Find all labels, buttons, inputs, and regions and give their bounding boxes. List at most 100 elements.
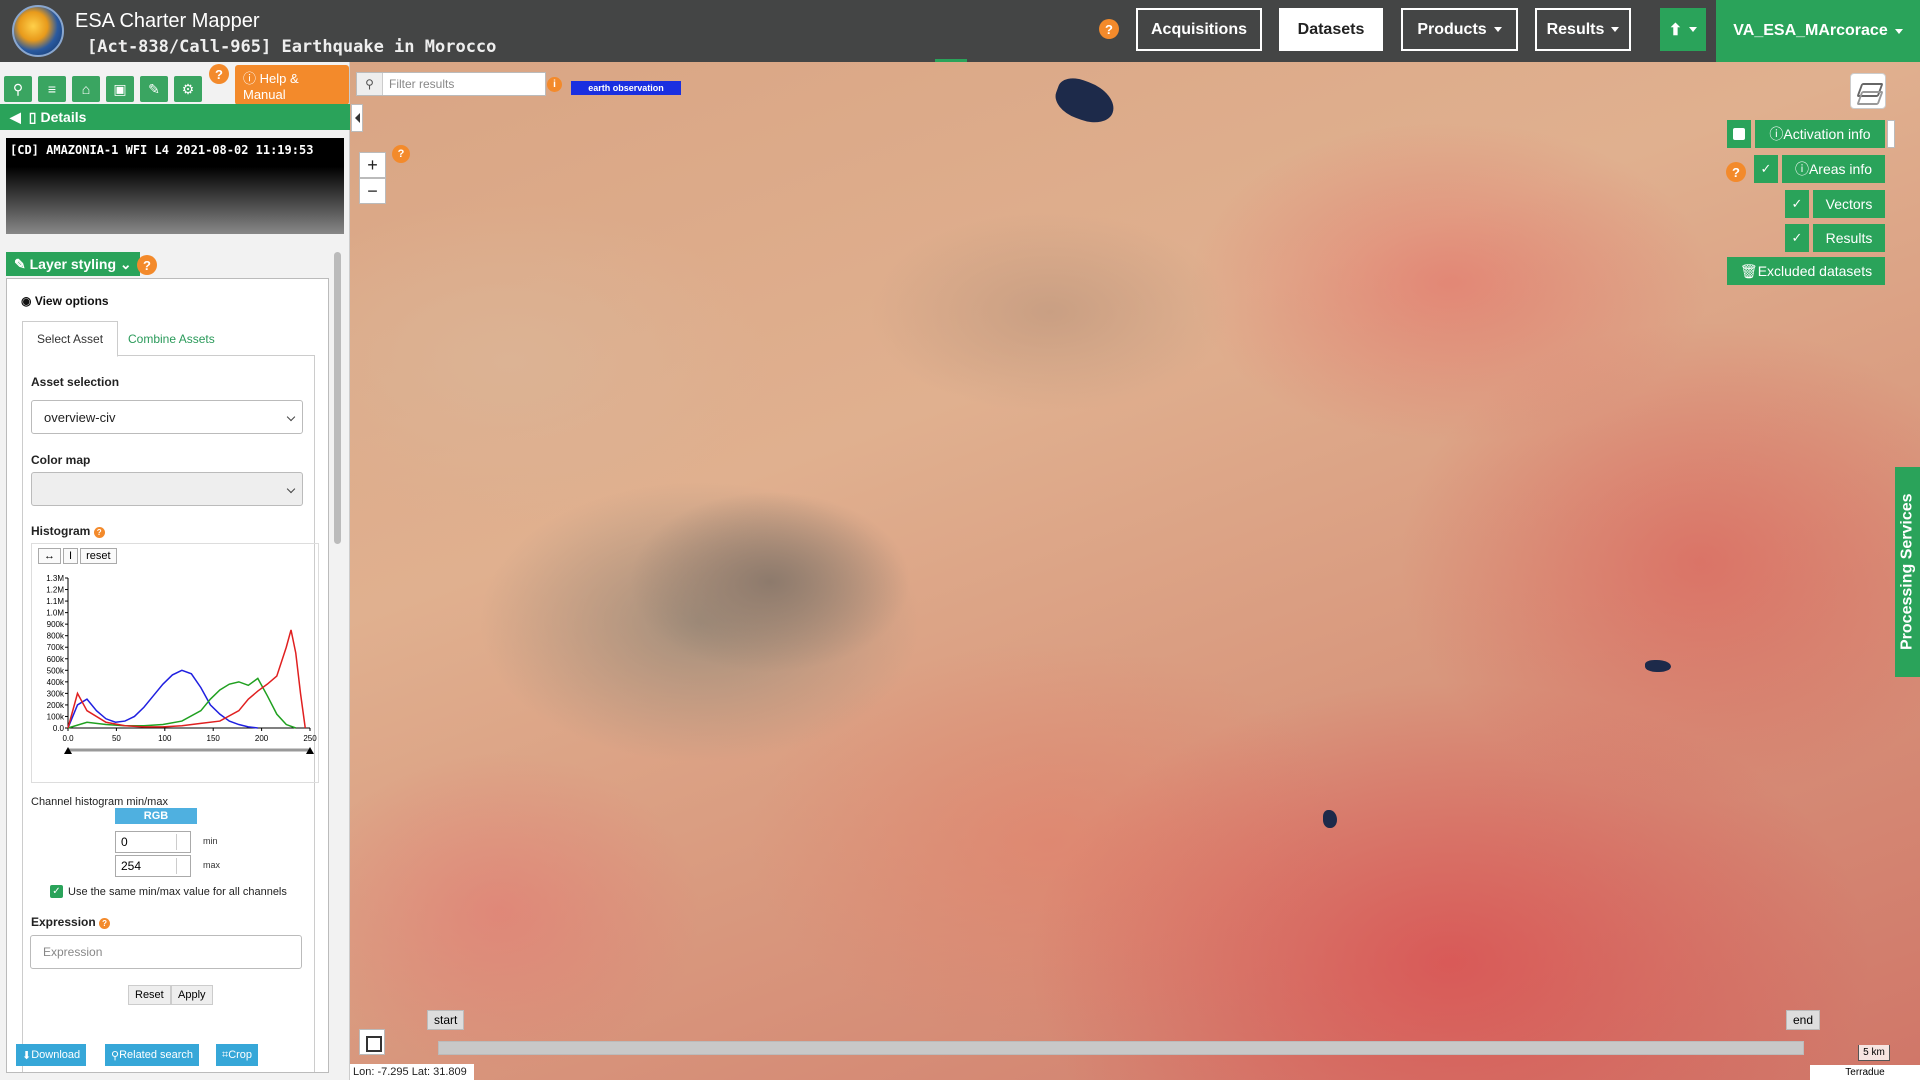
areas-info-button[interactable]: ⓘ Areas info	[1782, 155, 1885, 183]
help-icon[interactable]: ?	[137, 255, 157, 275]
y-tick-label: 500k	[47, 666, 65, 675]
download-button[interactable]: ⬇ Download	[16, 1044, 87, 1066]
caret-down-icon	[1493, 27, 1502, 32]
stepper-icon[interactable]	[176, 858, 188, 874]
apply-button[interactable]: Apply	[171, 985, 213, 1005]
gear-icon[interactable]: ⚙	[174, 76, 202, 102]
stepper-icon[interactable]	[176, 834, 188, 850]
max-input[interactable]: 254	[115, 855, 191, 877]
processing-services-tab[interactable]: Processing Services	[1895, 467, 1920, 677]
histogram-svg: 0.0 100k 200k 300k 400k 500k 600k 700k 800k 900k 1…	[46, 574, 317, 754]
zoom-in-button[interactable]: +	[359, 152, 386, 178]
crop-button[interactable]: ⌗ Crop	[216, 1044, 259, 1066]
chevron-down-icon: ⌄	[119, 256, 132, 272]
search-icon: ⚲	[357, 73, 383, 95]
areas-info-checkbox[interactable]: ✓	[1754, 155, 1778, 183]
expand-panel-handle[interactable]	[1887, 120, 1895, 148]
chevron-down-icon	[286, 484, 296, 494]
asset-tabs: Select Asset Combine Assets	[22, 321, 315, 357]
lake	[1645, 660, 1671, 672]
sidebar-scrollbar[interactable]	[334, 252, 341, 544]
results-checkbox[interactable]: ✓	[1785, 224, 1809, 252]
help-manual-button[interactable]: ⓘ Help & Manual	[235, 65, 349, 105]
fullscreen-icon[interactable]	[359, 1029, 385, 1055]
help-icon[interactable]: ?	[1726, 162, 1746, 182]
help-icon[interactable]: ?	[1099, 19, 1119, 39]
charter-logo-icon[interactable]	[12, 5, 64, 57]
color-map-dropdown[interactable]	[31, 472, 303, 506]
timeline-end-label[interactable]: end	[1786, 1010, 1821, 1030]
tab-combine-assets[interactable]: Combine Assets	[114, 321, 229, 357]
timeline-slider[interactable]	[438, 1041, 1804, 1055]
x-tick-label: 100	[158, 734, 172, 743]
help-icon[interactable]: ?	[93, 527, 105, 538]
histogram-label: Histogram ?	[31, 524, 105, 538]
nav-acquisitions[interactable]: Acquisitions	[1136, 8, 1262, 51]
color-map-label: Color map	[31, 453, 91, 467]
eo-filter-badge[interactable]: earth observation	[571, 81, 681, 95]
archive-icon[interactable]: ▣	[106, 76, 134, 102]
view-options-title: ◉ View options	[21, 294, 109, 308]
results-button[interactable]: Results	[1813, 224, 1885, 252]
zoom-out-button[interactable]: −	[359, 178, 386, 204]
caret-down-icon	[1611, 27, 1620, 32]
search-icon: ⚲	[111, 1049, 120, 1062]
tab-select-asset[interactable]: Select Asset	[22, 321, 119, 357]
caret-down-icon	[1894, 28, 1903, 34]
rgb-channel-button[interactable]: RGB	[115, 808, 197, 824]
file-icon: ▯	[28, 108, 37, 125]
y-tick-label: 800k	[47, 632, 65, 641]
trash-icon: 🗑	[1739, 262, 1758, 279]
x-tick-label: 150	[207, 734, 221, 743]
info-icon: ⓘ	[1794, 161, 1809, 177]
reset-button[interactable]: Reset	[128, 985, 171, 1005]
map-attribution: Terradue	[1810, 1065, 1920, 1080]
nav-datasets[interactable]: Datasets	[1279, 8, 1383, 51]
list-icon[interactable]: ≡	[38, 76, 66, 102]
filter-results-input[interactable]: ⚲ Filter results	[356, 72, 546, 96]
vectors-button[interactable]: Vectors	[1813, 190, 1885, 218]
x-tick-label: 200	[255, 734, 269, 743]
user-menu[interactable]: VA_ESA_MArcorace	[1716, 0, 1920, 62]
collapse-sidebar-button[interactable]	[351, 104, 363, 132]
pencil-icon[interactable]: ✎	[140, 76, 168, 102]
help-icon[interactable]: ?	[392, 145, 410, 163]
nav-products[interactable]: Products	[1401, 8, 1518, 51]
scale-bar: 5 km	[1858, 1045, 1890, 1061]
vectors-checkbox[interactable]: ✓	[1785, 190, 1809, 218]
chevron-left-icon: ◀	[10, 108, 21, 125]
app-title: ESA Charter Mapper	[75, 10, 260, 32]
search-icon[interactable]: ⚲	[4, 76, 32, 102]
activation-info-checkbox[interactable]	[1727, 120, 1751, 148]
y-tick-label: 300k	[47, 689, 65, 698]
reservoir	[1050, 72, 1120, 130]
help-icon[interactable]: ?	[99, 918, 111, 929]
map-view[interactable]	[350, 62, 1920, 1080]
brush-icon: ✎	[14, 256, 30, 272]
x-tick-label: 250	[303, 734, 317, 743]
same-minmax-label: Use the same min/max value for all chann…	[68, 886, 287, 898]
activation-info-button[interactable]: ⓘ Activation info	[1755, 120, 1885, 148]
same-minmax-checkbox[interactable]: ✓	[50, 885, 63, 898]
layers-icon[interactable]	[1850, 73, 1886, 109]
basket-icon[interactable]: ⌂	[72, 76, 100, 102]
histogram-series-line	[67, 669, 258, 729]
help-icon[interactable]: ?	[209, 64, 229, 84]
timeline-start-label[interactable]: start	[427, 1010, 465, 1030]
layer-styling-button[interactable]: ✎ Layer styling ⌄	[6, 252, 140, 276]
x-tick-label: 0.0	[62, 734, 74, 743]
dataset-preview: [CD] AMAZONIA-1 WFI L4 2021-08-02 11:19:…	[6, 138, 344, 234]
y-tick-label: 0.0	[53, 724, 65, 733]
info-icon[interactable]: i	[547, 77, 562, 92]
nav-results[interactable]: Results	[1535, 8, 1631, 51]
details-header[interactable]: ◀ ▯ Details	[0, 104, 350, 130]
asset-selection-dropdown[interactable]: overview-civ	[31, 400, 303, 434]
min-input[interactable]: 0	[115, 831, 191, 853]
cursor-coordinates: Lon: -7.295 Lat: 31.809	[350, 1064, 474, 1080]
y-tick-label: 700k	[47, 643, 65, 652]
related-search-button[interactable]: ⚲ Related search	[105, 1044, 200, 1066]
excluded-datasets-button[interactable]: 🗑 Excluded datasets	[1727, 257, 1885, 285]
expression-input[interactable]: Expression	[30, 935, 302, 969]
sidebar: ⚲ ≡ ⌂ ▣ ✎ ⚙ ? ⓘ Help & Manual ◀ ▯ Details …	[0, 62, 350, 1080]
upload-button[interactable]: ⬆	[1660, 8, 1706, 51]
